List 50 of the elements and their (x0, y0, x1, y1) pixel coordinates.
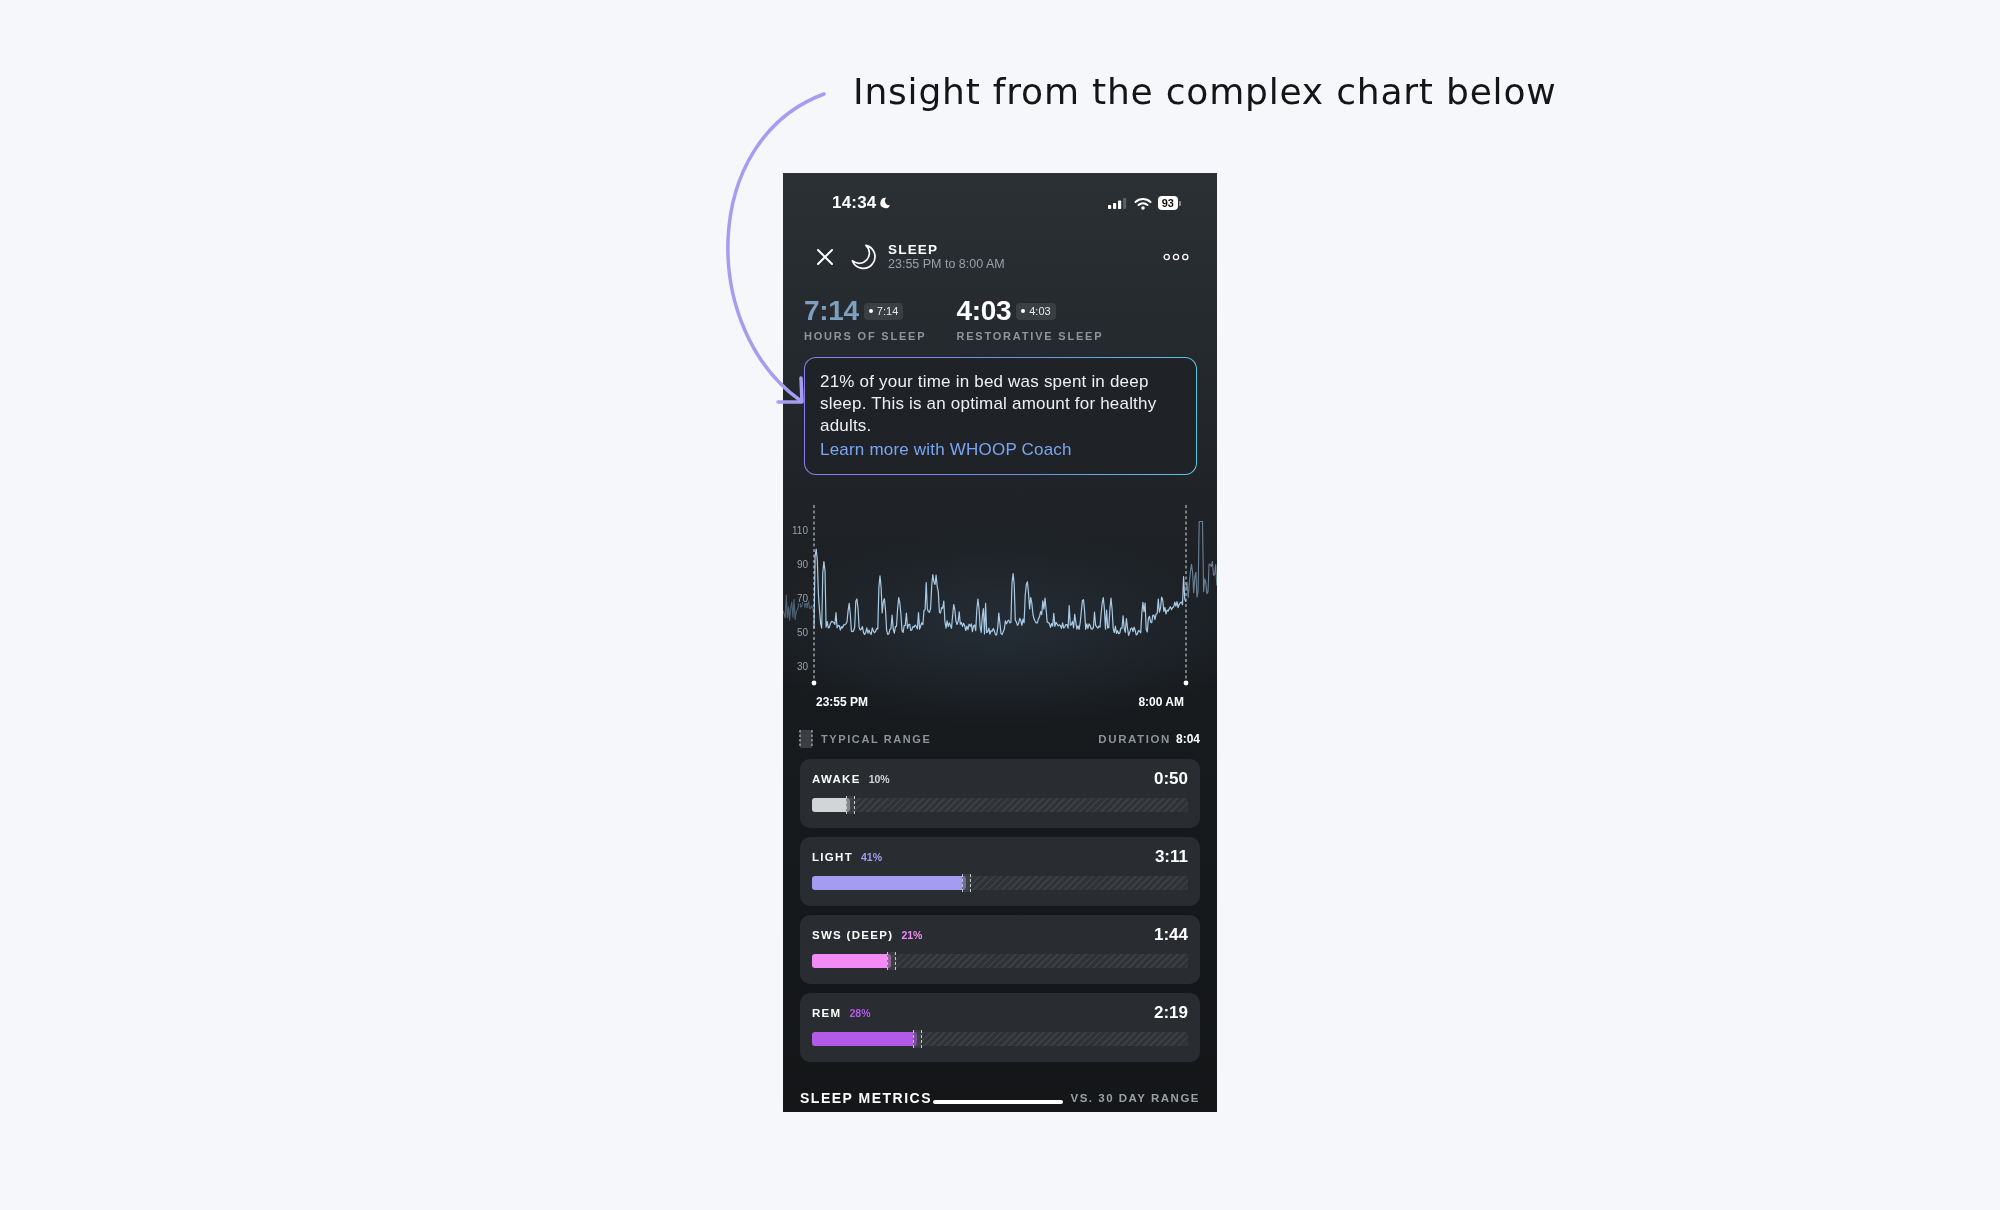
y-axis-label: 70 (796, 592, 808, 604)
y-axis-label: 90 (796, 558, 808, 570)
crescent-moon-icon (850, 243, 878, 271)
dot-icon (1021, 309, 1026, 313)
stage-name: REM (812, 1007, 842, 1019)
stage-percent: 21% (901, 929, 923, 941)
stat-value: 7:14 (804, 297, 859, 325)
y-axis-label: 110 (792, 524, 808, 536)
duration-value: 8:04 (1175, 732, 1200, 746)
stage-percent: 10% (868, 773, 890, 785)
y-axis-label: 30 (796, 660, 808, 672)
signal-icon (1107, 197, 1128, 209)
stage-duration: 2:19 (1153, 1003, 1188, 1023)
time-label: 8:00 AM (1138, 695, 1184, 709)
section-note: VS. 30 DAY RANGE (1070, 1092, 1200, 1104)
stage-name: AWAKE (812, 773, 861, 785)
stat-value: 4:03 (956, 297, 1012, 325)
time-label: 23:55 PM (816, 695, 869, 709)
typical-range-marker (962, 874, 972, 892)
typical-range-marker (913, 1030, 923, 1048)
typical-range-marker (886, 952, 896, 970)
duration-label: DURATION (1098, 733, 1171, 745)
close-icon (816, 248, 834, 266)
stage-name: SWS (DEEP) (812, 929, 894, 941)
legend-label: TYPICAL RANGE (821, 733, 932, 745)
coach-link[interactable]: Learn more with WHOOP Coach (820, 439, 1072, 461)
typical-range-icon (799, 730, 813, 748)
comparison-value: 4:03 (1029, 304, 1051, 318)
stage-percent: 41% (861, 851, 882, 863)
moon-icon (879, 197, 892, 209)
section-title: SLEEP METRICS (800, 1090, 933, 1106)
stage-percent: 28% (849, 1007, 871, 1019)
screen-title: SLEEP (888, 242, 940, 257)
y-axis-label: 50 (796, 626, 808, 638)
wifi-icon (1133, 196, 1152, 210)
more-icon (1163, 253, 1189, 261)
stage-name: LIGHT (812, 851, 853, 863)
stat-label: HOURS OF SLEEP (804, 329, 927, 343)
stat-label: RESTORATIVE SLEEP (956, 329, 1104, 343)
insight-text: 21% of your time in bed was spent in deep sleep. This is an optimal amount for healthy adults. (820, 371, 1158, 437)
typical-range-marker (845, 796, 855, 814)
annotation-caption: Insight from the complex chart below (853, 70, 1557, 114)
dot-icon (868, 309, 873, 313)
battery-indicator: 93 (1157, 196, 1181, 210)
time-range: 23:55 PM to 8:00 AM (888, 257, 1005, 272)
stage-duration: 3:11 (1154, 847, 1188, 867)
status-time: 14:34 (832, 193, 877, 213)
stage-duration: 1:44 (1153, 925, 1188, 945)
comparison-value: 7:14 (876, 304, 899, 318)
stage-duration: 0:50 (1153, 769, 1188, 789)
